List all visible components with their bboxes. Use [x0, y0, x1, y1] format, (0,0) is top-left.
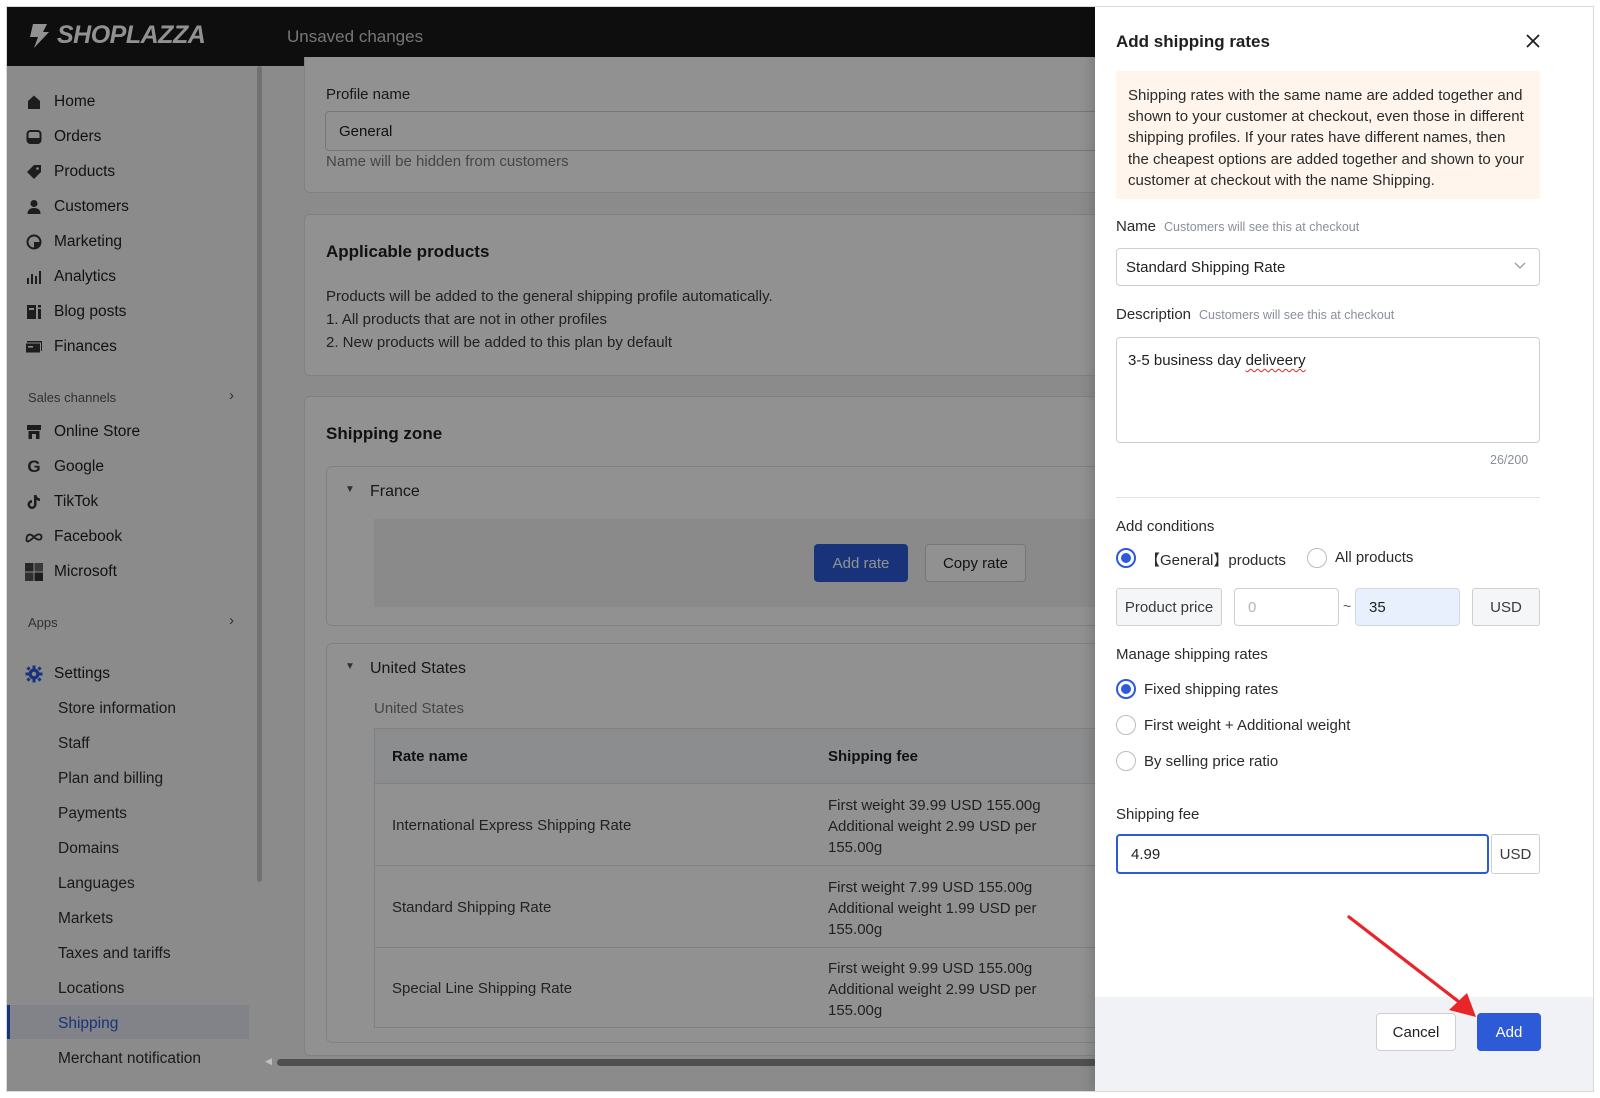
condition-all-products-radio[interactable] [1307, 548, 1327, 568]
price-currency-addon: USD [1472, 588, 1540, 626]
app-window: SHOPLAZZA Unsaved changes Home Orders Pr… [6, 6, 1594, 1092]
description-char-count: 26/200 [1490, 453, 1529, 467]
description-field-label: Description Customers will see this at ch… [1116, 306, 1394, 323]
scroll-left-icon[interactable]: ◀ [265, 1056, 272, 1067]
shipping-rates-notice: Shipping rates with the same name are ad… [1116, 71, 1540, 199]
description-textarea[interactable]: 3-5 business day deliveery [1116, 337, 1540, 443]
shipping-fee-currency: USD [1491, 834, 1540, 874]
price-min-input[interactable]: 0 [1234, 588, 1339, 626]
condition-general-products-label[interactable]: 【General】products [1145, 549, 1286, 570]
price-range-separator: ~ [1343, 598, 1352, 614]
fixed-shipping-rates-label[interactable]: Fixed shipping rates [1144, 681, 1278, 698]
condition-general-products-radio[interactable] [1116, 548, 1136, 568]
modal-overlay-top [7, 7, 1095, 66]
price-max-input[interactable]: 35 [1355, 588, 1460, 626]
price-ratio-rates-radio[interactable] [1116, 751, 1136, 771]
name-label-text: Name [1116, 218, 1157, 235]
close-icon[interactable] [1523, 31, 1543, 51]
shipping-fee-input[interactable]: 4.99 [1116, 834, 1489, 874]
drawer-title: Add shipping rates [1116, 32, 1270, 51]
chevron-down-icon [1513, 258, 1527, 276]
horizontal-scrollbar[interactable] [277, 1059, 1097, 1066]
name-field-label: Name Customers will see this at checkout [1116, 218, 1359, 235]
description-text: 3-5 business day [1128, 352, 1246, 369]
shipping-fee-label: Shipping fee [1116, 806, 1200, 823]
description-hint: Customers will see this at checkout [1199, 308, 1395, 322]
add-shipping-rates-drawer: Add shipping rates Shipping rates with t… [1095, 7, 1593, 1091]
product-price-label: Product price [1116, 588, 1222, 626]
annotation-arrow-icon [1347, 915, 1476, 1017]
manage-shipping-rates-label: Manage shipping rates [1116, 646, 1268, 663]
weight-based-rates-radio[interactable] [1116, 715, 1136, 735]
description-misspelled-word: deliveery [1245, 352, 1306, 369]
weight-based-rates-label[interactable]: First weight + Additional weight [1144, 717, 1350, 734]
add-conditions-label: Add conditions [1116, 518, 1215, 535]
fixed-shipping-rates-radio[interactable] [1116, 679, 1136, 699]
description-label-text: Description [1116, 306, 1192, 323]
rate-name-value: Standard Shipping Rate [1126, 258, 1286, 276]
name-hint: Customers will see this at checkout [1164, 220, 1360, 234]
rate-name-select[interactable]: Standard Shipping Rate [1116, 248, 1540, 286]
price-ratio-rates-label[interactable]: By selling price ratio [1144, 753, 1278, 770]
modal-overlay[interactable] [7, 66, 1095, 1091]
condition-all-products-label[interactable]: All products [1335, 549, 1413, 566]
section-divider [1116, 497, 1540, 498]
